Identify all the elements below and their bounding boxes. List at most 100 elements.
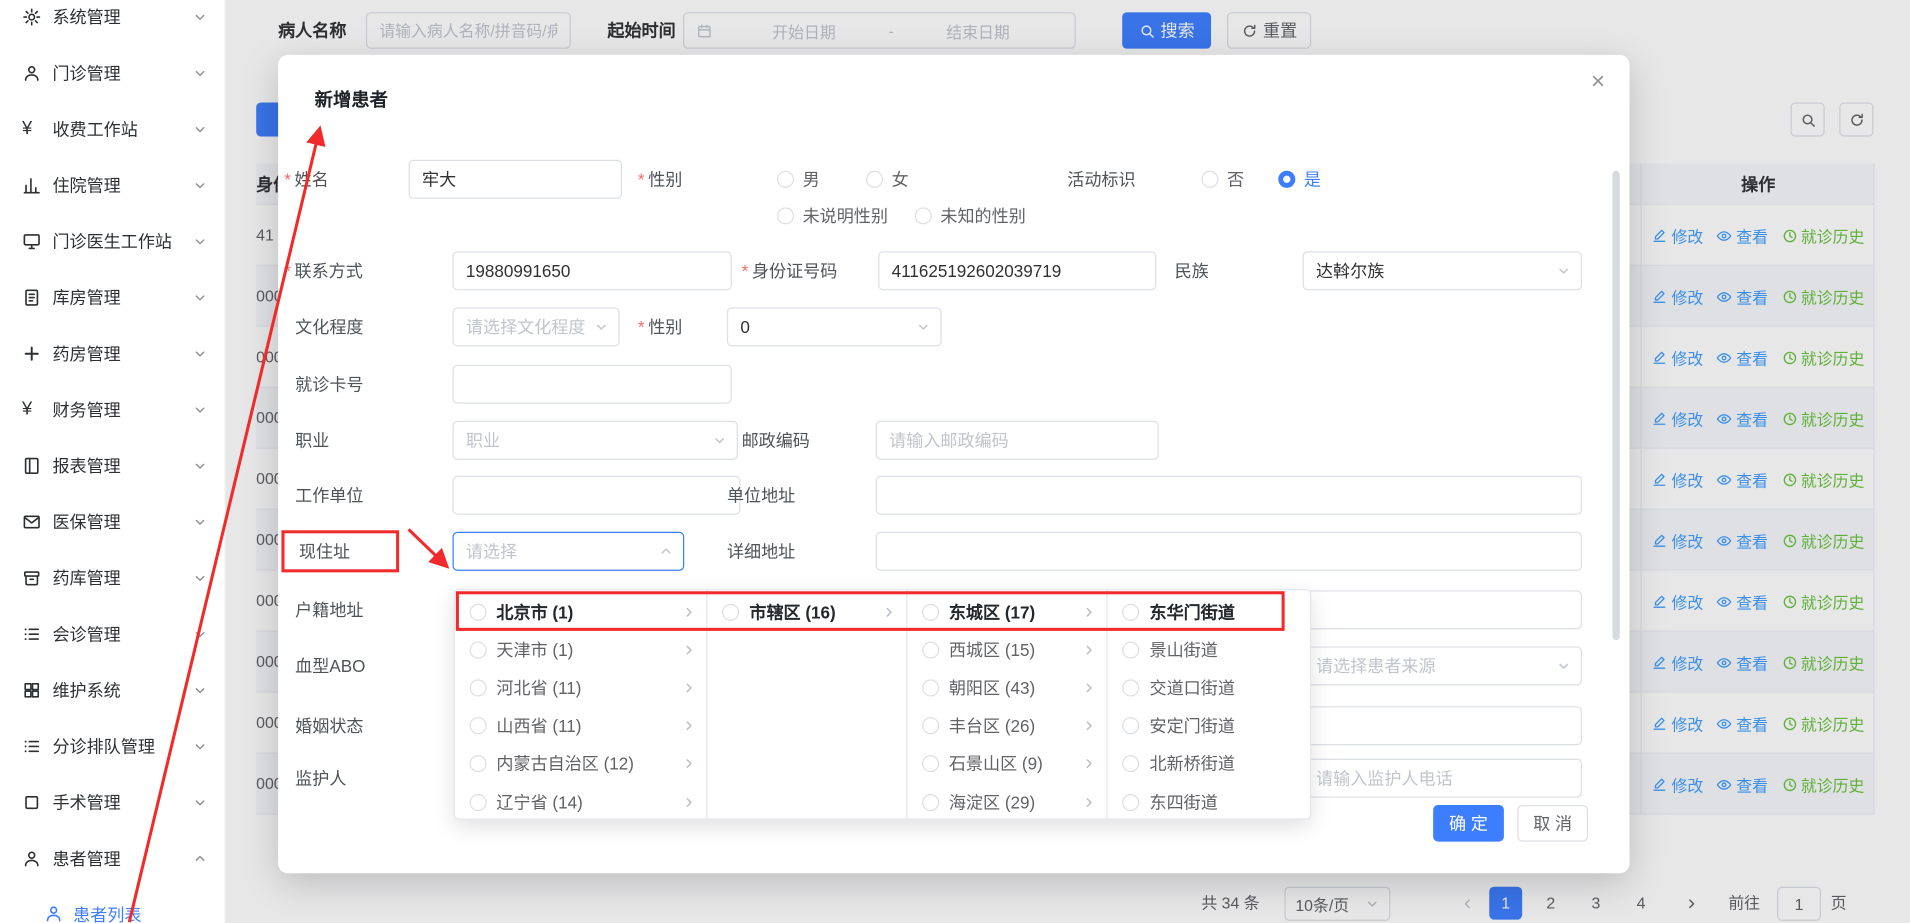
chevron-down-icon xyxy=(193,234,208,249)
marital-right-input[interactable] xyxy=(1303,706,1582,745)
cancel-button[interactable]: 取 消 xyxy=(1517,805,1588,842)
education-label: 文化程度 xyxy=(295,307,363,346)
chevron-right-icon xyxy=(682,719,697,734)
radio-selected-icon xyxy=(1278,171,1295,188)
chevron-up-icon xyxy=(193,851,208,866)
sidebar-item-finance[interactable]: ¥ 财务管理 xyxy=(0,382,224,438)
cascader-option-fengtai[interactable]: 丰台区 (26) xyxy=(907,707,1106,745)
sidebar-item-system[interactable]: 系统管理 xyxy=(0,0,224,45)
current-address-select[interactable]: 请选择 xyxy=(453,532,685,571)
radio-icon[interactable] xyxy=(1123,641,1140,658)
radio-icon[interactable] xyxy=(922,717,939,734)
sidebar-item-surgery[interactable]: 手术管理 xyxy=(0,775,224,831)
list-icon xyxy=(22,624,42,644)
patient-source-select[interactable]: 请选择患者来源 xyxy=(1303,646,1582,685)
unit-address-input[interactable] xyxy=(876,476,1582,515)
gender-radio-female[interactable]: 女 xyxy=(866,160,909,199)
sidebar-item-insurance[interactable]: 医保管理 xyxy=(0,494,224,550)
cascader-option-haidian[interactable]: 海淀区 (29) xyxy=(907,783,1106,818)
postal-code-input[interactable] xyxy=(876,421,1159,460)
cascader-option-tianjin[interactable]: 天津市 (1) xyxy=(455,631,707,669)
radio-icon[interactable] xyxy=(723,603,740,620)
cascader-option-dongsi[interactable]: 东四街道 xyxy=(1108,783,1310,818)
radio-icon[interactable] xyxy=(1123,603,1140,620)
radio-icon[interactable] xyxy=(922,755,939,772)
sidebar-item-outpatient[interactable]: 门诊管理 xyxy=(0,45,224,101)
occupation-select[interactable]: 职业 xyxy=(453,421,738,460)
active-flag-radio-no[interactable]: 否 xyxy=(1201,160,1244,199)
contact-label: *联系方式 xyxy=(284,251,363,290)
modal-scrollbar[interactable] xyxy=(1612,171,1619,641)
sidebar-item-inpatient[interactable]: 住院管理 xyxy=(0,157,224,213)
gear-icon xyxy=(22,7,42,27)
sidebar-item-consultation[interactable]: 会诊管理 xyxy=(0,606,224,662)
radio-icon[interactable] xyxy=(470,793,487,810)
radio-icon[interactable] xyxy=(1123,755,1140,772)
radio-icon[interactable] xyxy=(1123,793,1140,810)
radio-icon[interactable] xyxy=(470,755,487,772)
name-input[interactable] xyxy=(409,160,622,199)
id-number-input[interactable] xyxy=(878,251,1156,290)
gender-code-select[interactable]: 0 xyxy=(727,307,942,346)
close-icon[interactable]: × xyxy=(1591,70,1605,94)
chevron-down-icon xyxy=(1556,263,1571,278)
active-flag-label: 活动标识 xyxy=(1067,160,1135,199)
confirm-button[interactable]: 确 定 xyxy=(1433,805,1504,842)
gender-radio-male[interactable]: 男 xyxy=(777,160,820,199)
chevron-down-icon xyxy=(594,320,609,335)
sidebar-item-patient-list[interactable]: 患者列表 xyxy=(0,887,224,923)
cascader-option-chaoyang[interactable]: 朝阳区 (43) xyxy=(907,669,1106,707)
radio-icon[interactable] xyxy=(470,603,487,620)
occupation-label: 职业 xyxy=(295,421,329,460)
ethnicity-select[interactable]: 达斡尔族 xyxy=(1303,251,1582,290)
cascader-option-liaoning[interactable]: 辽宁省 (14) xyxy=(455,783,707,818)
radio-icon[interactable] xyxy=(1123,679,1140,696)
cascader-option-neimenggu[interactable]: 内蒙古自治区 (12) xyxy=(455,745,707,783)
radio-icon[interactable] xyxy=(922,603,939,620)
cascader-option-jingshan[interactable]: 景山街道 xyxy=(1108,631,1310,669)
gender-code-label: *性别 xyxy=(638,307,682,346)
sidebar-item-outpatient-doctor[interactable]: 门诊医生工作站 xyxy=(0,213,224,269)
cascader-option-dongcheng[interactable]: 东城区 (17) xyxy=(907,593,1106,631)
contact-input[interactable] xyxy=(453,251,732,290)
household-right-input[interactable] xyxy=(1303,590,1582,629)
active-flag-radio-yes[interactable]: 是 xyxy=(1278,160,1321,199)
cascader-option-donghuamen[interactable]: 东华门街道 xyxy=(1108,593,1310,631)
cascader-option-beijing[interactable]: 北京市 (1) xyxy=(455,593,707,631)
visit-card-input[interactable] xyxy=(453,365,732,404)
sidebar-item-charging[interactable]: ¥ 收费工作站 xyxy=(0,101,224,157)
cascader-option-andingmen[interactable]: 安定门街道 xyxy=(1108,707,1310,745)
name-label: *姓名 xyxy=(284,160,328,199)
chevron-down-icon xyxy=(193,66,208,81)
radio-icon[interactable] xyxy=(922,641,939,658)
radio-icon[interactable] xyxy=(470,679,487,696)
sidebar-item-pharmacy[interactable]: 药房管理 xyxy=(0,326,224,382)
square-icon xyxy=(22,793,42,813)
guardian-phone-input[interactable] xyxy=(1303,759,1582,798)
sidebar-item-warehouse[interactable]: 库房管理 xyxy=(0,270,224,326)
cascader-option-shanxi[interactable]: 山西省 (11) xyxy=(455,707,707,745)
sidebar-item-maintenance[interactable]: 维护系统 xyxy=(0,662,224,718)
radio-icon xyxy=(866,171,883,188)
sidebar-item-patients[interactable]: 患者管理 xyxy=(0,831,224,887)
detail-address-input[interactable] xyxy=(876,532,1582,571)
education-select[interactable]: 请选择文化程度 xyxy=(453,307,620,346)
radio-icon[interactable] xyxy=(922,793,939,810)
gender-radio-unstated[interactable]: 未说明性别 xyxy=(777,196,888,235)
work-unit-input[interactable] xyxy=(453,476,741,515)
cascader-option-xicheng[interactable]: 西城区 (15) xyxy=(907,631,1106,669)
cascader-option-shijingshan[interactable]: 石景山区 (9) xyxy=(907,745,1106,783)
sidebar-item-drugstore[interactable]: 药库管理 xyxy=(0,550,224,606)
sidebar-item-reports[interactable]: 报表管理 xyxy=(0,438,224,494)
radio-icon[interactable] xyxy=(470,641,487,658)
cascader-option-hebei[interactable]: 河北省 (11) xyxy=(455,669,707,707)
document-icon xyxy=(22,288,42,308)
cascader-option-shixiaqu[interactable]: 市辖区 (16) xyxy=(708,593,906,631)
cascader-option-jiaodaokou[interactable]: 交道口街道 xyxy=(1108,669,1310,707)
radio-icon[interactable] xyxy=(470,717,487,734)
gender-radio-unknown[interactable]: 未知的性别 xyxy=(915,196,1026,235)
radio-icon[interactable] xyxy=(922,679,939,696)
radio-icon[interactable] xyxy=(1123,717,1140,734)
cascader-option-beixinqiao[interactable]: 北新桥街道 xyxy=(1108,745,1310,783)
sidebar-item-triage-queue[interactable]: 分诊排队管理 xyxy=(0,718,224,774)
